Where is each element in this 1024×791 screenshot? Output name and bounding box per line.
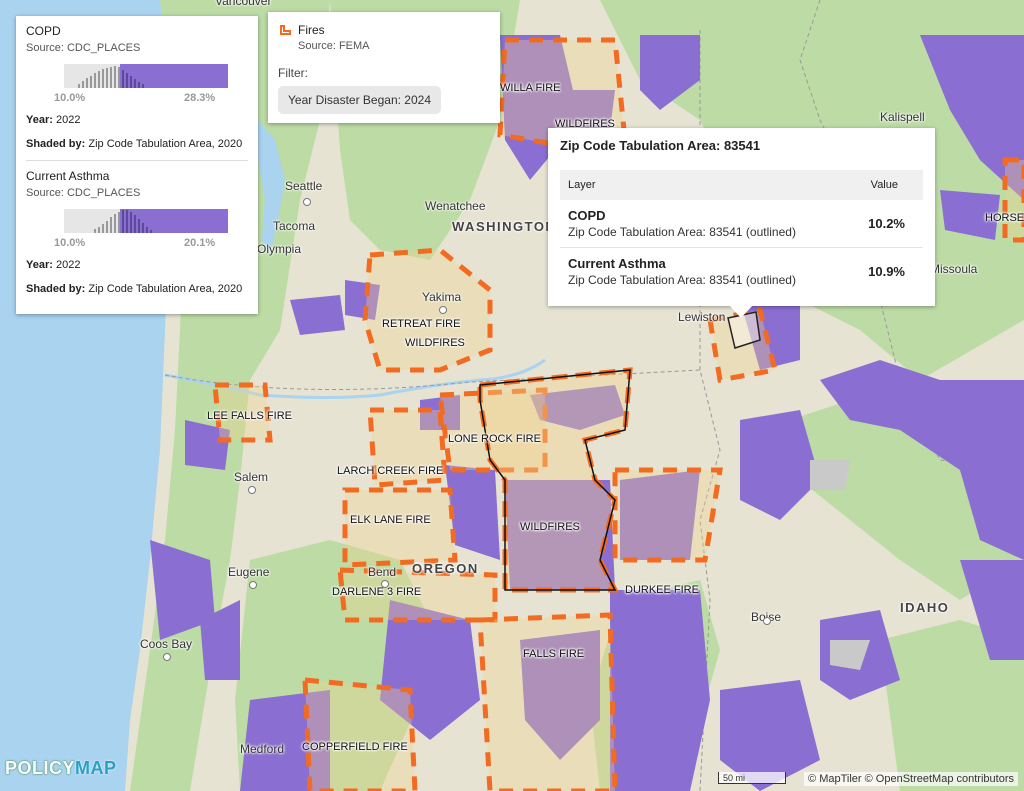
table-row: Current Asthma Zip Code Tabulation Area:…: [560, 248, 923, 296]
popup-table: Layer Value COPD Zip Code Tabulation Are…: [560, 170, 923, 295]
city-label: Seattle: [285, 179, 323, 193]
range-max: 28.3%: [184, 92, 216, 104]
year-value: 2022: [55, 259, 81, 271]
histogram-bars: [94, 209, 228, 233]
city-label: Missoula: [930, 262, 978, 276]
state-label: WASHINGTON: [452, 219, 557, 234]
city-label: Eugene: [228, 565, 270, 579]
range-max: 20.1%: [184, 237, 216, 249]
legend-year: Year: 2022: [26, 259, 248, 271]
range-min: 10.0%: [54, 237, 86, 249]
row-value: 10.2%: [848, 200, 923, 248]
row-layer-name: COPD: [568, 208, 606, 223]
map-attribution[interactable]: © MapTiler © OpenStreetMap contributors: [804, 772, 1018, 786]
city-label: Wenatchee: [425, 199, 486, 213]
fire-label: DURKEE FIRE: [625, 584, 699, 596]
row-layer-sub: Zip Code Tabulation Area: 83541 (outline…: [568, 273, 796, 287]
city-marker: [163, 653, 171, 661]
row-layer-name: Current Asthma: [568, 256, 666, 271]
fires-layer-panel[interactable]: Fires Source: FEMA Filter: Year Disaster…: [268, 12, 500, 123]
zcta-info-popup: Zip Code Tabulation Area: 83541 Layer Va…: [548, 128, 935, 306]
range-min: 10.0%: [54, 92, 86, 104]
fire-label: COPPERFIELD FIRE: [302, 741, 408, 753]
year-label: Year:: [26, 259, 53, 271]
legend-layer-title: Current Asthma: [26, 169, 110, 183]
popup-pointer: [729, 305, 753, 318]
city-label: Vancouver: [215, 0, 272, 8]
filter-label: Filter:: [278, 66, 308, 80]
legend-shaded-by: Shaded by: Zip Code Tabulation Area, 202…: [26, 138, 248, 150]
shaded-value: Zip Code Tabulation Area, 2020: [88, 283, 243, 295]
shaded-label: Shaded by:: [26, 138, 86, 150]
city-label: Coos Bay: [140, 637, 193, 651]
copd-histogram: [64, 64, 228, 88]
city-marker: [248, 486, 256, 494]
fire-falls: [477, 612, 618, 791]
city-label: Salem: [234, 470, 269, 484]
fire-label: WILDFIRES: [405, 337, 465, 349]
shaded-label: Shaded by:: [26, 283, 86, 295]
legend-copd[interactable]: COPD Source: CDC_PLACES 10.0% 28.3% Year…: [16, 16, 258, 161]
state-label: IDAHO: [900, 600, 950, 615]
fire-label: LEE FALLS FIRE: [207, 410, 292, 422]
city-marker: [381, 580, 389, 588]
legend-range: 10.0% 28.3%: [26, 92, 248, 106]
logo-part2: MAP: [75, 758, 117, 778]
city-marker: [763, 617, 771, 625]
policymap-logo[interactable]: POLICYMAP: [5, 758, 117, 779]
year-value: 2022: [55, 114, 81, 126]
fire-label: HORSE: [985, 212, 1024, 224]
legend-range: 10.0% 20.1%: [26, 237, 248, 251]
fire-elk-lane: [342, 487, 458, 568]
fire-label: RETREAT FIRE: [382, 318, 461, 330]
row-layer-sub: Zip Code Tabulation Area: 83541 (outline…: [568, 225, 796, 239]
fire-polygon-icon: [280, 25, 291, 35]
fire-label: LARCH CREEK FIRE: [337, 465, 444, 477]
table-row: COPD Zip Code Tabulation Area: 83541 (ou…: [560, 200, 923, 248]
legend-year: Year: 2022: [26, 114, 248, 126]
fires-title: Fires: [298, 23, 325, 37]
popup-table-header: Layer Value: [560, 170, 923, 200]
legend-shaded-by: Shaded by: Zip Code Tabulation Area, 202…: [26, 283, 248, 295]
fire-horse: [1002, 157, 1024, 243]
row-value: 10.9%: [868, 264, 905, 279]
legend-asthma[interactable]: Current Asthma Source: CDC_PLACES 10.0% …: [16, 161, 258, 295]
histogram-bars: [78, 64, 228, 88]
legend-layer-source: Source: CDC_PLACES: [26, 187, 141, 199]
city-label: Bend: [368, 565, 397, 579]
city-label: Lewiston: [678, 310, 726, 324]
fire-durkee: [612, 467, 723, 563]
state-label: OREGON: [412, 561, 479, 576]
col-value-header: Value: [848, 170, 923, 200]
legend-layer-source: Source: CDC_PLACES: [26, 42, 141, 54]
fire-label: LONE ROCK FIRE: [448, 433, 541, 445]
col-layer-header: Layer: [560, 170, 849, 200]
fire-label: FALLS FIRE: [523, 648, 585, 660]
legend-layer-title: COPD: [26, 24, 61, 38]
asthma-histogram: [64, 209, 228, 233]
shaded-value: Zip Code Tabulation Area, 2020: [88, 138, 243, 150]
city-label: Medford: [240, 742, 285, 756]
logo-part1: POLICY: [5, 758, 76, 778]
year-label: Year:: [26, 114, 53, 126]
filter-chip[interactable]: Year Disaster Began: 2024: [278, 86, 441, 114]
city-marker: [303, 198, 311, 206]
fire-copperfield: [302, 677, 418, 791]
fire-label: ELK LANE FIRE: [350, 514, 431, 526]
fire-label: DARLENE 3 FIRE: [332, 586, 422, 598]
layers-legend-panel: COPD Source: CDC_PLACES 10.0% 28.3% Year…: [16, 16, 258, 314]
fire-label: WILDFIRES: [520, 521, 580, 533]
city-label: Tacoma: [273, 219, 316, 233]
city-label: Olympia: [257, 242, 302, 256]
city-label: Kalispell: [880, 110, 925, 124]
fire-label: WILLA FIRE: [500, 82, 561, 94]
city-marker: [439, 306, 447, 314]
scale-bar: 50 mi: [718, 772, 786, 784]
popup-title: Zip Code Tabulation Area: 83541: [560, 138, 761, 153]
city-marker: [249, 581, 257, 589]
fires-source: Source: FEMA: [298, 40, 370, 52]
city-label: Yakima: [422, 290, 462, 304]
